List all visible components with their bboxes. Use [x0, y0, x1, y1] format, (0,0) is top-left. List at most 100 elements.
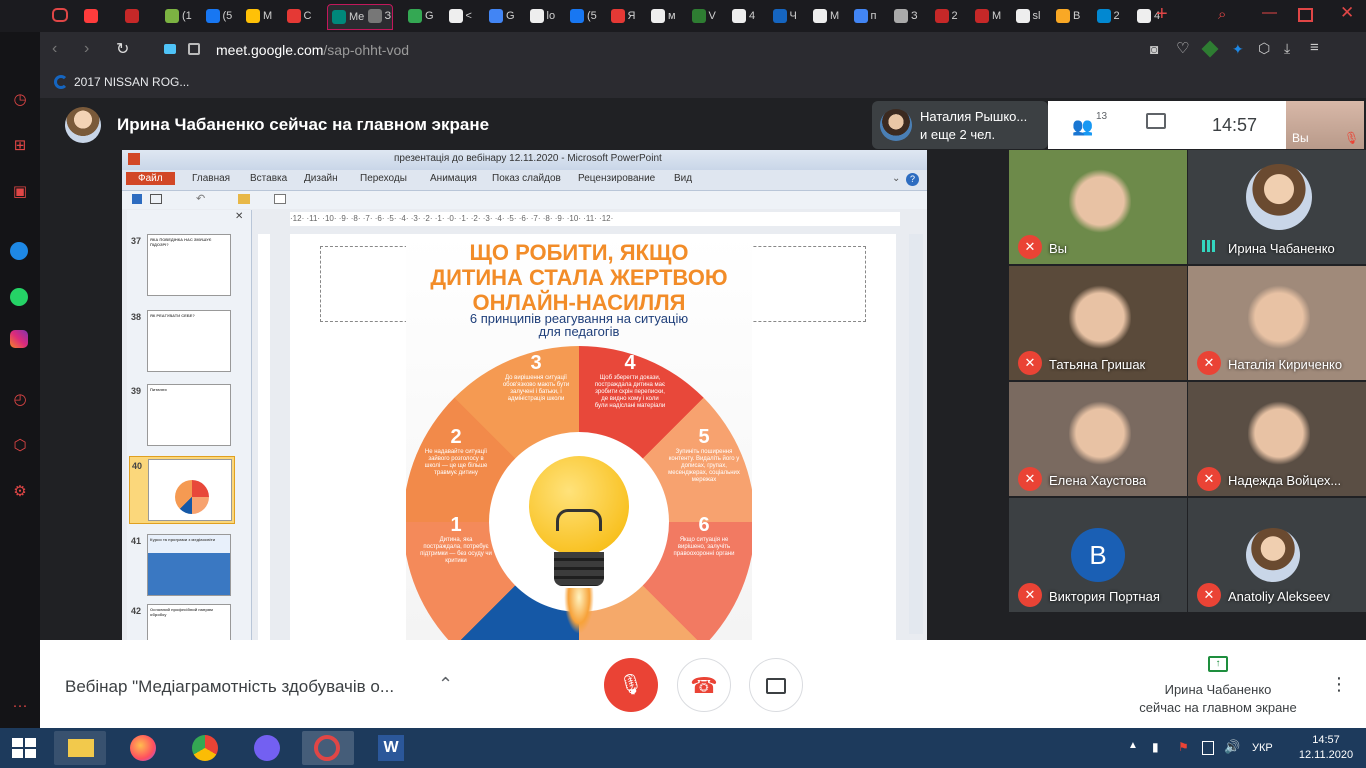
browser-tab[interactable]: (5: [570, 4, 608, 28]
extension-blue-icon[interactable]: ✦: [1232, 41, 1244, 58]
taskbar-clock[interactable]: 14:57 12.11.2020: [1298, 733, 1354, 763]
extensions-cube-icon[interactable]: ⬡: [10, 436, 30, 456]
presenter-avatar[interactable]: [65, 107, 101, 143]
self-view-mini[interactable]: Вы 🎙: [1286, 101, 1364, 149]
browser-tab[interactable]: Ч: [772, 4, 811, 28]
twitch-icon[interactable]: ▣: [10, 182, 30, 202]
presenting-icon[interactable]: ↑: [1208, 656, 1228, 672]
taskbar-viber-icon[interactable]: [242, 731, 294, 765]
url-field[interactable]: meet.google.com/sap-ohht-vod: [216, 42, 409, 58]
browser-tab[interactable]: 4: [732, 4, 770, 28]
restore-icon[interactable]: [1298, 8, 1313, 22]
speed-dial-icon[interactable]: ◷: [10, 90, 30, 110]
reload-icon[interactable]: ↻: [116, 39, 129, 59]
slide-thumbnail[interactable]: 38 ЯК РЕАГУВАТИ СЕБЕ?: [129, 308, 233, 374]
ppt-file-tab[interactable]: Файл: [126, 172, 175, 185]
messenger-icon[interactable]: [10, 242, 30, 262]
ppt-menu-tab[interactable]: Рецензирование: [572, 172, 661, 185]
new-slide-icon[interactable]: [274, 194, 286, 204]
extension-green-icon[interactable]: [1201, 40, 1219, 58]
camera-indicator-icon[interactable]: [164, 44, 176, 54]
language-indicator[interactable]: УКР: [1252, 742, 1273, 754]
minimize-icon[interactable]: —: [1262, 4, 1277, 21]
browser-tab[interactable]: 2: [934, 4, 973, 28]
slide-thumbnail[interactable]: 42 Основний професійний напрям обробку: [129, 602, 233, 640]
more-dots-icon[interactable]: ···: [10, 696, 30, 716]
browser-tab[interactable]: Я: [610, 4, 649, 28]
browser-tab[interactable]: sl: [1015, 4, 1054, 28]
browser-tab[interactable]: (1: [165, 4, 203, 28]
slide-thumbnail[interactable]: 39 Питання: [129, 382, 233, 448]
participant-tile[interactable]: ✕ Татьяна Гришак: [1009, 266, 1187, 380]
open-folder-icon[interactable]: [238, 194, 250, 204]
participants-preview[interactable]: Наталия Рышко... и еще 2 чел.: [872, 101, 1048, 149]
participant-tile[interactable]: ✕ Наталія Кириченко: [1188, 266, 1366, 380]
taskbar-explorer-icon[interactable]: [54, 731, 106, 765]
browser-tab[interactable]: <: [448, 4, 487, 28]
tray-chevron-icon[interactable]: ▲: [1128, 740, 1138, 751]
browser-tab[interactable]: G: [489, 4, 527, 28]
ppt-menu-tab[interactable]: Дизайн: [298, 172, 344, 185]
settings-gear-icon[interactable]: ⚙: [10, 482, 30, 502]
browser-tab[interactable]: З: [367, 4, 406, 28]
slide-thumbnail[interactable]: 37 ЯКА ПОВЕДІНКА НАС ЗМУШУЄ ПІДОЗРІ?: [129, 232, 233, 298]
instagram-icon[interactable]: [10, 330, 30, 350]
network-icon[interactable]: ▮: [1152, 740, 1159, 754]
start-windows-icon[interactable]: [12, 738, 36, 758]
new-tab-button[interactable]: +: [1156, 3, 1168, 26]
ppt-menu-tab[interactable]: Вставка: [244, 172, 293, 185]
slide-thumbnail[interactable]: 41 Курси та програми з медіаосвіти: [129, 532, 233, 598]
browser-tab[interactable]: [124, 4, 163, 28]
thumbnail-pane-close-icon[interactable]: ✕: [235, 211, 243, 222]
slide-thumbnail[interactable]: 40: [129, 456, 235, 524]
participant-tile[interactable]: ✕ Anatoliy Alekseev: [1188, 498, 1366, 612]
browser-tab[interactable]: 2: [1096, 4, 1135, 28]
browser-tab[interactable]: C: [286, 4, 325, 28]
bookmark-item[interactable]: 2017 NISSAN ROG...: [54, 75, 189, 89]
vertical-scrollbar[interactable]: [909, 234, 923, 634]
browser-tab[interactable]: п: [853, 4, 892, 28]
camera-toggle-button[interactable]: [749, 658, 803, 712]
download-icon[interactable]: ⤓: [1284, 40, 1290, 57]
participants-button[interactable]: 👥 13: [1070, 111, 1110, 139]
taskbar-word-icon[interactable]: W: [366, 731, 418, 765]
ribbon-collapse-icon[interactable]: ⌄: [892, 173, 900, 184]
meeting-title[interactable]: Вебінар "Медіаграмотність здобувачів о..…: [65, 677, 394, 697]
forward-icon[interactable]: ›: [84, 40, 89, 58]
participant-tile[interactable]: Ирина Чабаненко: [1188, 150, 1366, 264]
lock-icon[interactable]: [188, 43, 200, 55]
browser-tab[interactable]: lo: [529, 4, 568, 28]
save-icon[interactable]: [132, 194, 142, 204]
participant-tile[interactable]: В ✕ Виктория Портная: [1009, 498, 1187, 612]
participant-tile[interactable]: ✕ Елена Хаустова: [1009, 382, 1187, 496]
ppt-menu-tab[interactable]: Анимация: [424, 172, 483, 185]
whatsapp-icon[interactable]: [10, 288, 30, 308]
participant-tile[interactable]: ✕ Вы: [1009, 150, 1187, 264]
undo-icon[interactable]: ↶: [196, 192, 205, 205]
volume-icon[interactable]: 🔊: [1224, 739, 1240, 755]
browser-tab[interactable]: V: [691, 4, 730, 28]
chat-icon[interactable]: [1146, 113, 1166, 129]
meeting-details-chevron-icon[interactable]: ⌃: [438, 674, 453, 695]
mic-toggle-button[interactable]: 🎙: [604, 658, 658, 712]
taskbar-firefox-icon[interactable]: [118, 731, 170, 765]
browser-tab[interactable]: G: [408, 4, 446, 28]
layout-icon[interactable]: [150, 194, 162, 204]
browser-tab[interactable]: M: [813, 4, 851, 28]
gx-control-icon[interactable]: ⊞: [10, 136, 30, 156]
heart-icon[interactable]: ♡: [1176, 39, 1189, 57]
browser-tab[interactable]: З: [894, 4, 932, 28]
close-window-icon[interactable]: ✕: [1340, 3, 1354, 23]
history-icon[interactable]: ◴: [10, 390, 30, 410]
browser-tab[interactable]: M: [246, 4, 284, 28]
search-tabs-icon[interactable]: ⌕: [1218, 6, 1226, 23]
browser-tab[interactable]: м: [651, 4, 689, 28]
ppt-menu-tab[interactable]: Показ слайдов: [486, 172, 567, 185]
participant-tile[interactable]: ✕ Надежда Войцех...: [1188, 382, 1366, 496]
taskbar-opera-icon[interactable]: [302, 731, 354, 765]
battery-icon[interactable]: [1202, 741, 1214, 755]
flag-icon[interactable]: ⚑: [1178, 740, 1189, 754]
browser-tab[interactable]: M: [975, 4, 1013, 28]
browser-tab[interactable]: В: [1056, 4, 1094, 28]
browser-tab[interactable]: (5: [205, 4, 244, 28]
